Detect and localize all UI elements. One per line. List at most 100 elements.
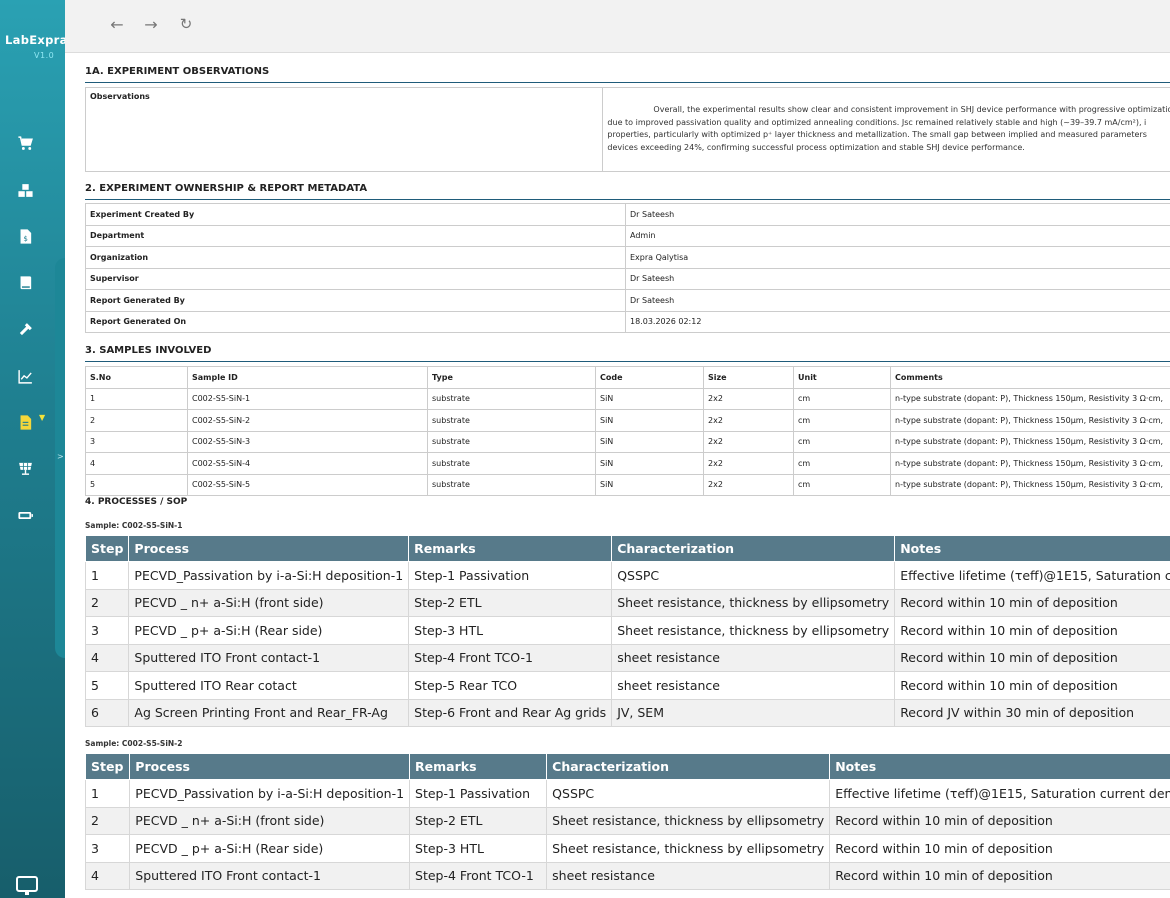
table-cell: substrate [427, 430, 596, 453]
table-cell: Record within 10 min of deposition [894, 671, 1170, 700]
monitor-icon[interactable] [15, 875, 39, 897]
table-cell: n-type substrate (dopant: P), Thickness … [890, 409, 1170, 432]
table-row: 5 Sputtered ITO Rear cotact Step-5 Rear TC… [84, 671, 1170, 700]
table-cell: Record within 10 min of deposition [829, 806, 1170, 835]
inventory-icon[interactable] [15, 180, 35, 200]
table-cell: substrate [427, 409, 596, 432]
table-cell: 2x2 [703, 387, 794, 410]
table-cell: PECVD _ n+ a-Si:H (front side) [129, 806, 411, 835]
observation-line: Overall, the experimental results show c… [653, 105, 1170, 114]
metadata-value: Expra Qalytisa [625, 246, 1170, 269]
app-version: V1.0 [34, 51, 55, 60]
column-header: Code [595, 366, 704, 389]
forward-arrow-icon[interactable]: → [141, 14, 161, 34]
table-cell: Record JV within 30 min of deposition [894, 698, 1170, 727]
solar-panel-icon[interactable] [15, 458, 35, 478]
table-cell: 3 [85, 430, 188, 453]
report-icon[interactable] [15, 412, 35, 432]
table-cell: PECVD _ p+ a-Si:H (Rear side) [129, 834, 411, 863]
metadata-key: Report Generated By [85, 289, 626, 312]
table-cell: SiN [595, 430, 704, 453]
sample-label: Sample: C002-S5-SiN-2 [85, 739, 183, 748]
back-arrow-icon[interactable]: ← [107, 14, 127, 34]
section-divider [85, 82, 1170, 83]
ownership-table: Experiment Created By Dr Sateesh Departme… [85, 203, 1170, 333]
observations-label: Observations [84, 87, 604, 172]
table-row: 1 PECVD_Passivation by i-a-Si:H depositio… [84, 561, 1170, 590]
table-cell: PECVD_Passivation by i-a-Si:H deposition… [129, 779, 411, 808]
table-cell: 3 [84, 834, 131, 863]
cart-icon[interactable] [15, 133, 35, 153]
table-cell: Record within 10 min of deposition [894, 643, 1170, 672]
table-cell: Effective lifetime (τeff)@1E15, Saturati… [829, 779, 1170, 808]
table-row: 1 PECVD_Passivation by i-a-Si:H depositio… [84, 779, 1170, 808]
column-header: Unit [793, 366, 891, 389]
sample-label: Sample: C002-S5-SiN-1 [85, 521, 183, 530]
metadata-row: Report Generated On 18.03.2026 02:12 [85, 310, 1170, 333]
svg-text:$: $ [23, 233, 28, 242]
table-cell: Step-5 Rear TCO [408, 671, 613, 700]
column-header: Step [84, 535, 130, 562]
table-cell: 1 [85, 387, 188, 410]
table-cell: 1 [84, 779, 131, 808]
book-icon[interactable] [15, 273, 35, 293]
refresh-icon[interactable]: ↻ [176, 14, 196, 34]
caret-down-icon[interactable]: ▼ [39, 413, 45, 422]
table-cell: 2 [85, 409, 188, 432]
table-cell: 2 [84, 806, 131, 835]
table-cell: 2x2 [703, 430, 794, 453]
report-content: 1A. EXPERIMENT OBSERVATIONS Observations… [65, 53, 1170, 898]
document-dollar-icon[interactable]: $ [15, 226, 35, 246]
chart-line-icon[interactable] [15, 366, 35, 386]
table-cell: Step-4 Front TCO-1 [409, 861, 548, 890]
table-cell: Record within 10 min of deposition [829, 861, 1170, 890]
column-header: Step [84, 753, 131, 780]
metadata-value: 18.03.2026 02:12 [625, 310, 1170, 333]
table-cell: Step-3 HTL [409, 834, 548, 863]
table-cell: Step-2 ETL [409, 806, 548, 835]
table-row: 4 Sputtered ITO Front contact-1 Step-4 Fro… [84, 861, 1170, 890]
table-cell: Sputtered ITO Rear cotact [128, 671, 410, 700]
table-cell: cm [793, 430, 891, 453]
column-header: Sample ID [187, 366, 428, 389]
table-cell: SiN [595, 409, 704, 432]
table-cell: 4 [84, 861, 131, 890]
metadata-key: Report Generated On [85, 310, 626, 333]
battery-icon[interactable] [15, 505, 35, 525]
column-header: Remarks [408, 535, 613, 562]
observation-line: due to improved passivation quality and … [607, 117, 1147, 127]
table-cell: 5 [84, 671, 130, 700]
metadata-key: Organization [85, 246, 626, 269]
metadata-row: Department Admin [85, 224, 1170, 247]
column-header: Notes [829, 753, 1170, 780]
sidebar: LabExpra V1.0 $ ▼ > [0, 0, 68, 898]
column-header: Size [703, 366, 794, 389]
observations-text: Overall, the experimental results show c… [602, 87, 1170, 172]
tools-icon[interactable] [15, 319, 35, 339]
app-logo: LabExpra [5, 33, 68, 47]
table-row: 3 PECVD _ p+ a-Si:H (Rear side) Step-3 HTL… [84, 834, 1170, 863]
metadata-row: Experiment Created By Dr Sateesh [85, 203, 1170, 226]
table-cell: 2 [84, 588, 130, 617]
top-toolbar: ← → ↻ [65, 0, 1170, 53]
observations-table: Observations Overall, the experimental r… [84, 87, 1170, 172]
table-row: 4 Sputtered ITO Front contact-1 Step-4 Fro… [84, 643, 1170, 672]
table-cell: SiN [595, 452, 704, 475]
observation-line: properties, particularly with optimized … [607, 130, 1147, 139]
table-cell: Step-3 HTL [408, 616, 613, 645]
metadata-value: Dr Sateesh [625, 267, 1170, 290]
table-cell: 6 [84, 698, 130, 727]
column-header: Process [128, 535, 410, 562]
table-cell: PECVD_Passivation by i-a-Si:H deposition… [128, 561, 410, 590]
column-header: Remarks [409, 753, 548, 780]
table-cell: cm [793, 473, 891, 496]
section-title-observations: 1A. EXPERIMENT OBSERVATIONS [85, 66, 270, 77]
table-cell: Sheet resistance, thickness by ellipsome… [546, 806, 831, 835]
table-cell: 4 [84, 643, 130, 672]
table-cell: cm [793, 452, 891, 475]
metadata-key: Supervisor [85, 267, 626, 290]
table-cell: PECVD _ n+ a-Si:H (front side) [128, 588, 410, 617]
chevron-right-icon[interactable]: > [57, 452, 64, 461]
table-cell: sheet resistance [611, 643, 896, 672]
table-cell: n-type substrate (dopant: P), Thickness … [890, 387, 1170, 410]
